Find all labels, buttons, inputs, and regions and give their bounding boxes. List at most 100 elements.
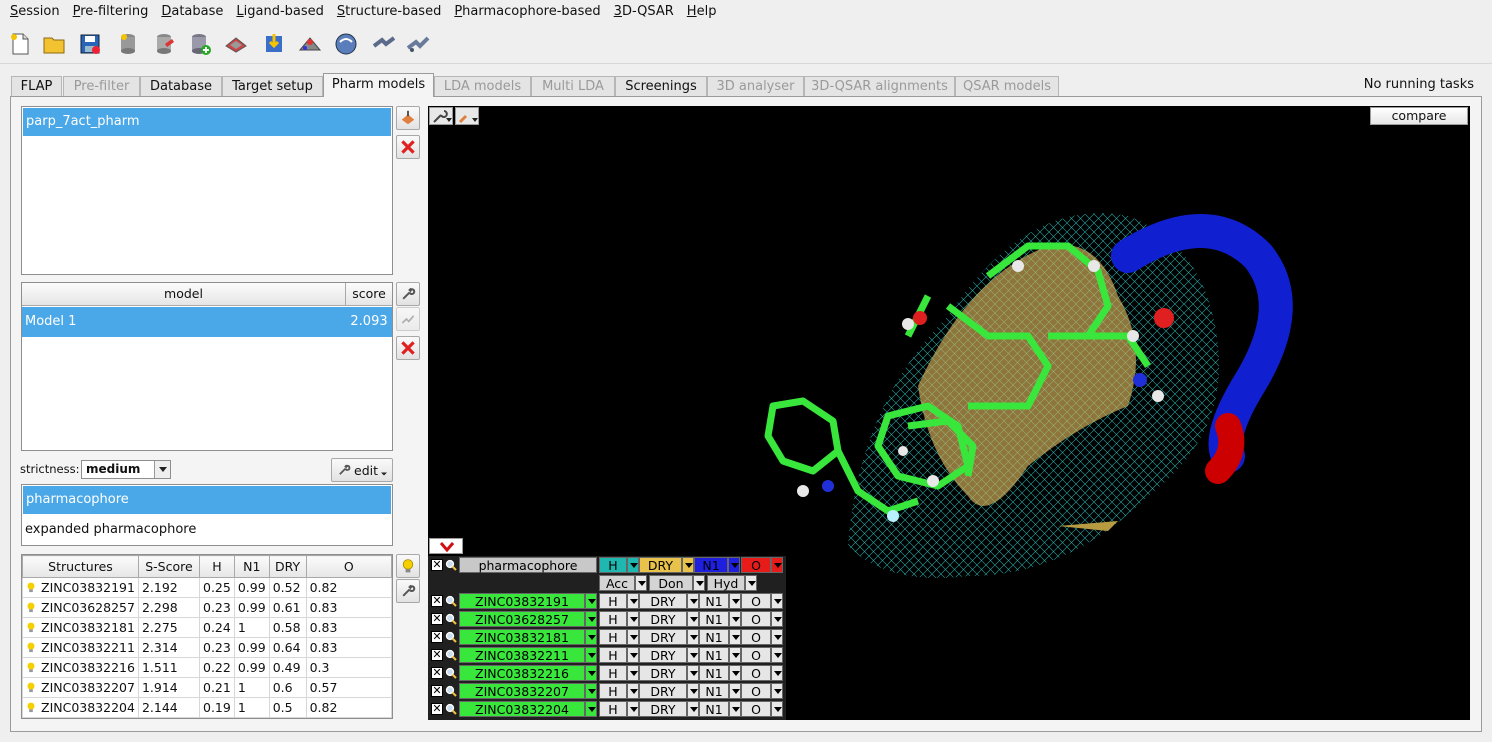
menu-pharmacophore-based[interactable]: Pharmacophore-based bbox=[448, 0, 606, 24]
close-icon[interactable]: ✕ bbox=[431, 667, 443, 679]
chevron-down-icon[interactable] bbox=[729, 683, 741, 699]
chevron-down-icon[interactable] bbox=[687, 665, 699, 681]
chevron-down-icon[interactable] bbox=[585, 647, 597, 663]
chevron-down-icon[interactable] bbox=[585, 593, 597, 609]
chevron-down-icon[interactable] bbox=[729, 647, 741, 663]
delete-model-button[interactable] bbox=[396, 336, 420, 360]
delete-pharm-button[interactable] bbox=[396, 135, 420, 159]
chevron-down-icon[interactable] bbox=[729, 611, 741, 627]
chevron-down-icon[interactable] bbox=[771, 557, 783, 573]
ligand-feature-o[interactable]: O bbox=[741, 701, 771, 717]
chevron-down-icon[interactable] bbox=[585, 701, 597, 717]
magnifier-icon[interactable] bbox=[445, 667, 457, 679]
close-icon[interactable]: ✕ bbox=[431, 649, 443, 661]
chevron-down-icon[interactable] bbox=[729, 665, 741, 681]
tab-3d-analyser[interactable]: 3D analyser bbox=[707, 76, 804, 96]
ligand-feature-n1[interactable]: N1 bbox=[699, 593, 729, 609]
menu-ligand-based[interactable]: Ligand-based bbox=[230, 0, 330, 24]
column-header-dry[interactable]: DRY bbox=[268, 555, 307, 578]
ligand-feature-h[interactable]: H bbox=[599, 611, 627, 627]
menu-session[interactable]: Session bbox=[4, 0, 66, 24]
ligand-feature-dry[interactable]: DRY bbox=[639, 665, 687, 681]
magnifier-icon[interactable] bbox=[445, 649, 457, 661]
table-row[interactable]: Model 1 2.093 bbox=[22, 307, 392, 337]
mode-list[interactable]: pharmacophore expanded pharmacophore bbox=[21, 484, 393, 546]
edit-model-button[interactable] bbox=[396, 282, 420, 306]
tab-qsar-models[interactable]: QSAR models bbox=[955, 76, 1059, 96]
close-icon[interactable]: ✕ bbox=[431, 685, 443, 697]
close-icon[interactable]: ✕ bbox=[431, 631, 443, 643]
chevron-down-icon[interactable] bbox=[627, 557, 639, 573]
structures-tool-button[interactable] bbox=[396, 579, 420, 603]
table-row[interactable]: ZINC03628257 2.298 0.23 0.99 0.61 0.83 bbox=[22, 597, 392, 618]
column-header-structures[interactable]: Structures bbox=[22, 555, 139, 578]
chevron-down-icon[interactable] bbox=[771, 611, 783, 627]
lightbulb-icon[interactable] bbox=[26, 641, 36, 653]
lightbulb-icon[interactable] bbox=[26, 621, 36, 633]
list-item[interactable]: pharmacophore bbox=[23, 486, 391, 514]
magnifier-icon[interactable] bbox=[445, 559, 457, 571]
chevron-down-icon[interactable] bbox=[585, 611, 597, 627]
ligand-feature-o[interactable]: O bbox=[741, 593, 771, 609]
align-icon[interactable] bbox=[370, 30, 398, 58]
chevron-down-icon[interactable] bbox=[627, 593, 639, 609]
ligand-name[interactable]: ZINC03832191 bbox=[459, 593, 585, 609]
ligand-feature-h[interactable]: H bbox=[599, 683, 627, 699]
tab-target-setup[interactable]: Target setup bbox=[222, 76, 323, 96]
chevron-down-icon[interactable] bbox=[627, 647, 639, 663]
ligand-feature-dry[interactable]: DRY bbox=[639, 683, 687, 699]
chevron-down-icon[interactable] bbox=[687, 701, 699, 717]
list-item[interactable]: expanded pharmacophore bbox=[22, 515, 392, 545]
ligand-feature-n1[interactable]: N1 bbox=[699, 665, 729, 681]
chevron-down-icon[interactable] bbox=[745, 575, 757, 591]
chevron-down-icon[interactable] bbox=[635, 575, 647, 591]
list-item[interactable]: parp_7act_pharm bbox=[23, 108, 391, 136]
column-header-s-score[interactable]: S-Score bbox=[137, 555, 201, 578]
ligand-feature-h[interactable]: H bbox=[599, 701, 627, 717]
column-header-o[interactable]: O bbox=[305, 555, 392, 578]
magnifier-icon[interactable] bbox=[445, 631, 457, 643]
menu-database[interactable]: Database bbox=[155, 0, 229, 24]
chevron-down-icon[interactable] bbox=[771, 683, 783, 699]
tab-pre-filter[interactable]: Pre-filter bbox=[63, 76, 140, 96]
ligand-feature-o[interactable]: O bbox=[741, 647, 771, 663]
tab-multi-lda[interactable]: Multi LDA bbox=[531, 76, 615, 96]
chevron-down-icon[interactable] bbox=[627, 683, 639, 699]
ligand-feature-n1[interactable]: N1 bbox=[699, 629, 729, 645]
chevron-down-icon[interactable] bbox=[729, 593, 741, 609]
ligand-feature-o[interactable]: O bbox=[741, 665, 771, 681]
ligand-feature-h[interactable]: H bbox=[599, 629, 627, 645]
table-row[interactable]: ZINC03832211 2.314 0.23 0.99 0.64 0.83 bbox=[22, 637, 392, 658]
ligand-name[interactable]: ZINC03832181 bbox=[459, 629, 585, 645]
chevron-down-icon[interactable] bbox=[682, 557, 694, 573]
ligand-name[interactable]: ZINC03832216 bbox=[459, 665, 585, 681]
align-multi-icon[interactable] bbox=[404, 30, 432, 58]
highlight-button[interactable] bbox=[396, 554, 420, 578]
lightbulb-icon[interactable] bbox=[26, 661, 36, 673]
collapse-panel-button[interactable] bbox=[429, 538, 463, 554]
pharmacophore-icon[interactable] bbox=[296, 30, 324, 58]
chevron-down-icon[interactable] bbox=[687, 683, 699, 699]
chevron-down-icon[interactable] bbox=[585, 683, 597, 699]
chevron-down-icon[interactable] bbox=[771, 629, 783, 645]
ligand-feature-dry[interactable]: DRY bbox=[639, 611, 687, 627]
column-header-n1[interactable]: N1 bbox=[233, 555, 270, 578]
tab-screenings[interactable]: Screenings bbox=[615, 76, 707, 96]
import-pharm-button[interactable] bbox=[396, 106, 420, 130]
close-icon[interactable]: ✕ bbox=[431, 559, 443, 571]
magnifier-icon[interactable] bbox=[445, 595, 457, 607]
ligand-feature-h[interactable]: H bbox=[599, 665, 627, 681]
compare-model-button[interactable] bbox=[396, 307, 420, 331]
table-row[interactable]: ZINC03832207 1.914 0.21 1 0.6 0.57 bbox=[22, 677, 392, 698]
open-folder-icon[interactable] bbox=[40, 30, 68, 58]
magnifier-icon[interactable] bbox=[445, 685, 457, 697]
chevron-down-icon[interactable] bbox=[693, 575, 705, 591]
chevron-down-icon[interactable] bbox=[585, 629, 597, 645]
chevron-down-icon[interactable] bbox=[729, 629, 741, 645]
close-icon[interactable]: ✕ bbox=[431, 613, 443, 625]
ligand-feature-o[interactable]: O bbox=[741, 611, 771, 627]
tab-pharm-models[interactable]: Pharm models bbox=[323, 73, 434, 97]
menu-3d-qsar[interactable]: 3D-QSAR bbox=[608, 0, 680, 24]
pharmacophore-list[interactable]: parp_7act_pharm bbox=[21, 106, 393, 275]
menu-pre-filtering[interactable]: Pre-filtering bbox=[67, 0, 155, 24]
